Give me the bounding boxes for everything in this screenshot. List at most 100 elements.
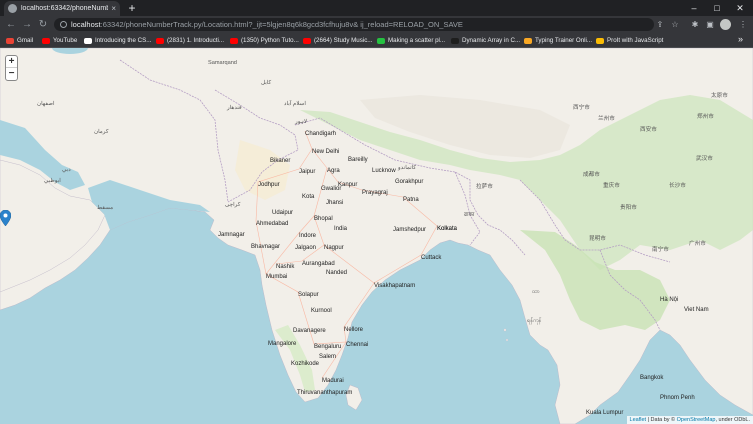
place-label: Cuttack (421, 255, 442, 261)
tab-close-icon[interactable]: × (111, 4, 116, 13)
map-attribution: Leaflet | Data by © OpenStreetMap, under… (626, 416, 753, 424)
gmail-icon (6, 37, 14, 44)
bookmark-item[interactable]: Introducing the CS... (84, 35, 151, 46)
place-label: Viet Nam (684, 307, 709, 313)
bookmark-item[interactable]: (1350) Python Tuto... (230, 35, 299, 46)
place-label: اسلام آباد (284, 101, 306, 107)
openai-icon (84, 37, 92, 44)
forward-button[interactable]: → (21, 18, 33, 31)
place-label: Nanded (326, 270, 348, 276)
place-label: Chennai (346, 342, 369, 348)
location-marker-icon[interactable] (0, 210, 11, 226)
place-label: Samarqand (208, 60, 237, 66)
bookmark-item[interactable]: Dynamic Array in C... (451, 35, 520, 46)
place-label: 郑州市 (697, 114, 714, 120)
place-label: 兰州市 (598, 116, 615, 122)
place-label: Nagpur (324, 245, 344, 251)
bookmark-item[interactable]: ProIt with JavaScript (596, 35, 663, 46)
new-tab-button[interactable]: + (126, 1, 138, 15)
place-label: Kozhikode (291, 361, 320, 367)
place-label: Chandigarh (305, 131, 337, 137)
place-label: کراچی (225, 202, 241, 208)
place-label: 成都市 (583, 172, 600, 178)
place-label: Jaipur (299, 169, 316, 175)
place-label: Prayagraj (362, 190, 388, 196)
more-bookmarks-icon[interactable]: » (738, 34, 743, 44)
place-label: Jalgaon (295, 245, 317, 251)
bookmark-item[interactable]: Gmail (6, 35, 33, 46)
youtube-icon (303, 37, 311, 44)
place-label: Agra (327, 168, 340, 174)
browser-toolbar: ← → ↻ localhost :63342/phoneNumberTrack.… (0, 16, 753, 33)
bookmark-item[interactable]: Making a scatter pl... (377, 35, 445, 46)
bookmark-item[interactable]: (2664) Study Music... (303, 35, 372, 46)
place-label: Bhopal (314, 216, 333, 222)
map-tiles (0, 48, 753, 424)
place-label: 西安市 (640, 127, 657, 133)
place-label: Indore (299, 233, 317, 239)
place-label: Gwalior (321, 186, 342, 192)
extensions-icon[interactable]: ✱ (690, 19, 700, 30)
place-label: Kurnool (311, 308, 332, 314)
place-label: Solapur (298, 292, 319, 298)
gfg-icon (451, 37, 459, 44)
zoom-control: + − (5, 55, 18, 81)
place-label: Aurangabad (302, 261, 335, 267)
place-label: 长沙市 (669, 183, 686, 189)
place-label: کرمان (94, 129, 109, 135)
osm-link[interactable]: OpenStreetMap (677, 417, 716, 423)
place-label: Patna (403, 197, 419, 203)
share-icon[interactable]: ⇪ (655, 19, 665, 30)
map-view[interactable]: Chandigarh New Delhi Bikaner Bareilly Jaipur… (0, 48, 753, 424)
reload-button[interactable]: ↻ (37, 18, 49, 31)
place-label: Bhavnagar (251, 244, 281, 250)
place-label: Salem (319, 354, 337, 360)
menu-icon[interactable]: ⋮ (738, 19, 748, 30)
place-label: Kolkata (437, 226, 458, 232)
browser-tab[interactable]: localhost:63342/phoneNumberTr × (4, 1, 120, 16)
url-path: :63342/phoneNumberTrack.py/Location.html… (100, 20, 463, 29)
zoom-out-button[interactable]: − (6, 68, 17, 80)
side-panel-icon[interactable]: ▣ (705, 19, 715, 30)
bookmark-item[interactable]: (2831) 1. Introducti... (156, 35, 224, 46)
minimize-button[interactable]: – (684, 1, 704, 15)
javascript-icon (596, 37, 604, 44)
back-button[interactable]: ← (5, 18, 17, 31)
place-label: Jamnagar (218, 232, 245, 238)
leaflet-link[interactable]: Leaflet (630, 417, 647, 423)
place-label: Hà Nội (660, 297, 679, 303)
place-label: کاتماندو (398, 165, 417, 171)
globe-icon (8, 4, 17, 13)
place-label: Bareilly (348, 157, 368, 163)
place-label: Bangkok (640, 375, 664, 381)
keyboard-icon (524, 37, 532, 44)
star-icon[interactable]: ☆ (670, 19, 680, 30)
place-label: Mangalore (268, 341, 297, 347)
url-host: localhost (71, 20, 101, 29)
place-label: Nashik (276, 264, 295, 270)
maximize-button[interactable]: □ (707, 1, 727, 15)
place-label: Jodhpur (258, 182, 280, 188)
place-label: Bikaner (270, 158, 291, 164)
place-label: Jamshedpur (393, 227, 427, 233)
place-label: Mumbai (266, 274, 288, 280)
place-label: Udaipur (272, 210, 294, 216)
profile-avatar[interactable] (720, 19, 731, 30)
info-icon[interactable] (60, 21, 67, 28)
zoom-in-button[interactable]: + (6, 56, 17, 68)
address-bar[interactable]: localhost :63342/phoneNumberTrack.py/Loc… (54, 18, 654, 31)
place-label: India (334, 226, 348, 232)
close-window-button[interactable]: ✕ (730, 1, 750, 15)
bookmark-item[interactable]: YouTube (42, 35, 77, 46)
place-label: 广州市 (689, 241, 706, 247)
place-label: Ahmedabad (256, 221, 289, 227)
place-label: 西宁市 (573, 105, 590, 111)
place-label: Kota (302, 194, 315, 200)
youtube-icon (230, 37, 238, 44)
place-label: Bengaluru (314, 344, 342, 350)
tab-title: localhost:63342/phoneNumberTr (21, 5, 109, 12)
bookmark-item[interactable]: Typing Trainer Onli... (524, 35, 592, 46)
place-label: 重庆市 (603, 183, 620, 189)
place-label: Gorakhpur (395, 179, 424, 185)
place-label: Davanagere (293, 328, 326, 334)
